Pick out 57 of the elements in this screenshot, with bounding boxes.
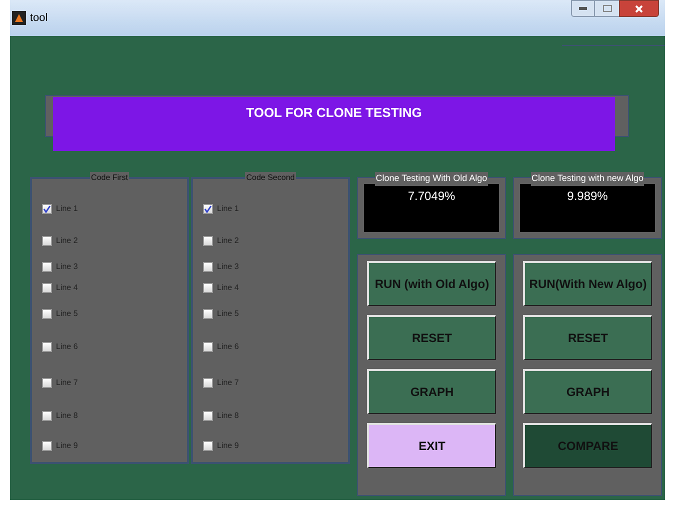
checkbox[interactable] [42,204,52,214]
action-button[interactable]: EXIT [367,423,496,468]
action-button[interactable]: RUN(With New Algo) [523,261,652,306]
checkbox-label: Line 3 [56,261,78,273]
checkbox-label: Line 7 [56,377,78,389]
checkbox-label: Line 6 [217,341,239,353]
checkbox[interactable] [203,342,213,352]
maximize-button[interactable] [595,0,619,17]
checkbox-label: Line 8 [217,410,239,422]
checkbox-label: Line 9 [217,440,239,452]
window-title: tool [30,10,48,26]
checkbox[interactable] [42,262,52,272]
checkbox[interactable] [203,283,213,293]
checkbox-label: Line 5 [56,308,78,320]
checkmark-icon [204,205,212,213]
checkbox[interactable] [42,411,52,421]
checkbox[interactable] [203,236,213,246]
checkbox[interactable] [42,283,52,293]
checkbox-label: Line 1 [217,203,239,215]
checkbox[interactable] [203,378,213,388]
result-value: 7.7049% [408,188,456,205]
checkbox[interactable] [203,309,213,319]
action-button[interactable]: GRAPH [367,369,496,414]
checkbox-label: Line 5 [217,308,239,320]
banner-title: TOOL FOR CLONE TESTING [246,104,422,122]
checkbox-label: Line 9 [56,440,78,452]
checkbox[interactable] [203,204,213,214]
checkbox-label: Line 2 [217,235,239,247]
result-title: Clone Testing with new Algo [530,172,644,186]
checkbox-label: Line 4 [56,282,78,294]
checkbox[interactable] [42,378,52,388]
checkbox[interactable] [203,411,213,421]
action-button[interactable]: GRAPH [523,369,652,414]
checkbox[interactable] [42,342,52,352]
checkbox[interactable] [42,309,52,319]
result-title: Clone Testing With Old Algo [374,172,488,186]
close-button[interactable] [619,0,659,17]
checkbox-label: Line 4 [217,282,239,294]
checkbox-label: Line 3 [217,261,239,273]
checkbox[interactable] [42,236,52,246]
checkbox[interactable] [42,441,52,451]
checkmark-icon [43,205,51,213]
action-button[interactable]: COMPARE [523,423,652,468]
checkbox-label: Line 1 [56,203,78,215]
checkbox[interactable] [203,262,213,272]
action-button[interactable]: RESET [523,315,652,360]
checkbox[interactable] [203,441,213,451]
result-value: 9.989% [567,188,608,205]
minimize-button[interactable] [571,0,595,17]
app-icon [12,11,26,25]
action-button[interactable]: RESET [367,315,496,360]
checkbox-label: Line 8 [56,410,78,422]
checkbox-label: Line 7 [217,377,239,389]
checkbox-label: Line 6 [56,341,78,353]
close-icon [635,4,643,12]
action-button[interactable]: RUN (with Old Algo) [367,261,496,306]
checkbox-label: Line 2 [56,235,78,247]
